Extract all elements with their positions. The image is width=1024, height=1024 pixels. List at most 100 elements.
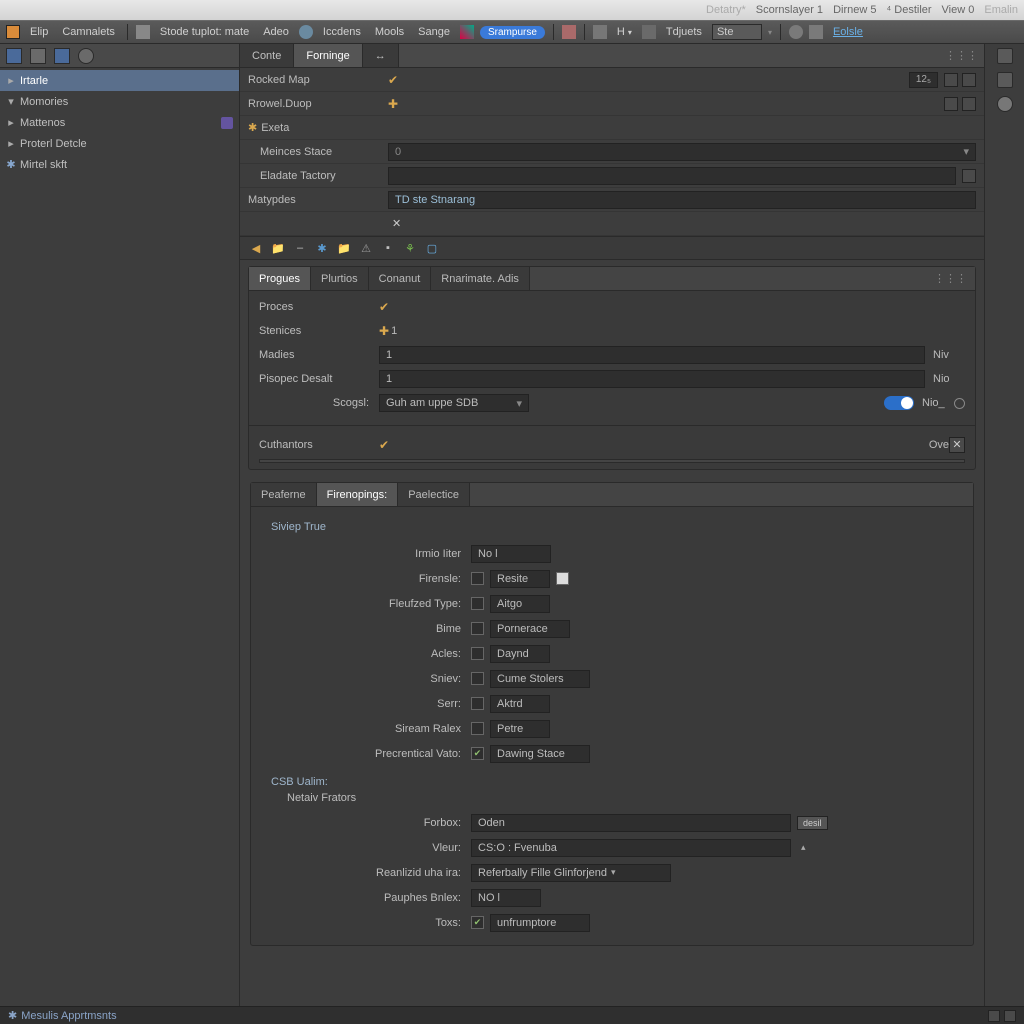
checkbox[interactable]: ✔ — [471, 916, 484, 929]
toxs-value[interactable]: unfrumptore — [490, 914, 590, 932]
sidebar-tab-2[interactable] — [30, 48, 46, 64]
ostab-firenopings[interactable]: Firenopings: — [317, 483, 399, 506]
link-icon[interactable] — [944, 97, 958, 111]
sniev-value[interactable]: Cume Stolers — [490, 670, 590, 688]
prop-meinces-stace: Meinces Stace 0▾ — [240, 140, 984, 164]
sidebar-tab-3[interactable] — [54, 48, 70, 64]
app-icon — [6, 25, 20, 39]
chevron-up-icon[interactable]: ▴ — [797, 842, 806, 853]
menu-camnalets[interactable]: Camnalets — [58, 24, 119, 40]
srampurse-pill[interactable]: Srampurse — [480, 26, 545, 39]
close-icon[interactable]: ✕ — [949, 437, 965, 453]
checkbox[interactable] — [471, 647, 484, 660]
firensle-value[interactable]: Resite — [490, 570, 550, 588]
fleufzed-value[interactable]: Aitgo — [490, 595, 550, 613]
cup-icon[interactable]: ▢ — [424, 240, 440, 256]
nrow-stenices: Stenices✚1 — [249, 319, 975, 343]
checkbox[interactable] — [471, 722, 484, 735]
tree-item-momories[interactable]: ▾Momories — [0, 91, 239, 112]
grid-icon[interactable] — [962, 169, 976, 183]
acles-value[interactable]: Daynd — [490, 645, 550, 663]
madies-input[interactable] — [379, 346, 925, 364]
forbox-value[interactable]: Oden — [471, 814, 791, 832]
tab-arrows[interactable]: ↔ — [363, 44, 399, 67]
menu-stode[interactable]: Stode tuplot: mate — [156, 24, 253, 40]
reanlizid-value[interactable]: Referbally Fille Glinforjend▾ — [471, 864, 671, 882]
eladate-input[interactable] — [388, 167, 956, 185]
gear-icon[interactable] — [809, 25, 823, 39]
checkbox[interactable] — [471, 672, 484, 685]
rail-icon-2[interactable] — [997, 72, 1013, 88]
ntab-rnarimate[interactable]: Rnarimate. Adis — [431, 267, 530, 290]
checkbox[interactable] — [471, 697, 484, 710]
dash-icon[interactable]: – — [292, 240, 308, 256]
checkbox[interactable] — [471, 622, 484, 635]
disk-icon[interactable]: ▪ — [380, 240, 396, 256]
pauphes-value[interactable]: NO l — [471, 889, 541, 907]
ntab-progues[interactable]: Progues — [249, 267, 311, 290]
vleur-value[interactable]: CS:O : Fvenuba — [471, 839, 791, 857]
cog-icon[interactable] — [944, 73, 958, 87]
menu-iccdens[interactable]: Iccdens — [319, 24, 365, 40]
irmio-value[interactable]: No l — [471, 545, 551, 563]
checkbox[interactable] — [471, 597, 484, 610]
grid-icon[interactable] — [962, 97, 976, 111]
checkbox[interactable] — [556, 572, 569, 585]
orow-reanlizid: Reanlizid uha ira:Referbally Fille Glinf… — [291, 860, 959, 885]
menu-h[interactable]: H▾ — [613, 24, 636, 40]
menu-tdjuets[interactable]: Tdjuets — [662, 24, 706, 40]
ntab-plurtios[interactable]: Plurtios — [311, 267, 369, 290]
warning-icon[interactable]: ⚠ — [358, 240, 374, 256]
plus-icon[interactable]: ✚ — [388, 97, 398, 111]
eolsle-link[interactable]: Eolsle — [829, 24, 867, 40]
menu-elip[interactable]: Elip — [26, 24, 52, 40]
tree-icon[interactable]: ⚘ — [402, 240, 418, 256]
scogsl-dropdown[interactable]: Guh am uppe SDB▾ — [379, 394, 529, 412]
tool-icon[interactable] — [642, 25, 656, 39]
tree-item-mattenos[interactable]: ▸Mattenos — [0, 112, 239, 133]
ostab-paelectice[interactable]: Paelectice — [398, 483, 470, 506]
chart-icon[interactable] — [562, 25, 576, 39]
radio-icon[interactable] — [954, 398, 965, 409]
folder-icon[interactable]: 📁 — [270, 240, 286, 256]
ostab-peaferne[interactable]: Peaferne — [251, 483, 317, 506]
sidebar-tab-1[interactable] — [6, 48, 22, 64]
menu-mools[interactable]: Mools — [371, 24, 408, 40]
grid-icon[interactable]: ⋮⋮⋮ — [945, 49, 978, 62]
doc-icon — [136, 25, 150, 39]
close-icon[interactable]: ✕ — [392, 217, 401, 230]
checkbox[interactable]: ✔ — [471, 747, 484, 760]
tab-forninge[interactable]: Forninge — [294, 44, 362, 67]
pisopec-input[interactable] — [379, 370, 925, 388]
matypdes-input[interactable] — [388, 191, 976, 209]
tree-item-irtarle[interactable]: ▸Irtarle — [0, 70, 239, 91]
sidebar-tab-4[interactable] — [78, 48, 94, 64]
serr-value[interactable]: Aktrd — [490, 695, 550, 713]
meinces-dropdown[interactable]: 0▾ — [388, 143, 976, 161]
status-tool-icon[interactable] — [1004, 1010, 1016, 1022]
grid-icon[interactable]: ⋮⋮⋮ — [934, 272, 967, 285]
siream-value[interactable]: Petre — [490, 720, 550, 738]
tree-item-proterl[interactable]: ▸Proterl Detcle — [0, 133, 239, 154]
scogsl-toggle[interactable] — [884, 396, 914, 410]
grid-icon[interactable] — [962, 73, 976, 87]
tab-conte[interactable]: Conte — [240, 44, 294, 67]
rail-user-icon[interactable] — [997, 96, 1013, 112]
folder2-icon[interactable]: 📁 — [336, 240, 352, 256]
rail-icon-1[interactable] — [997, 48, 1013, 64]
status-tool-icon[interactable] — [988, 1010, 1000, 1022]
menu-sange[interactable]: Sange — [414, 24, 454, 40]
search-icon[interactable] — [789, 25, 803, 39]
ntab-conanut[interactable]: Conanut — [369, 267, 432, 290]
nav-back-icon[interactable]: ◀ — [248, 240, 264, 256]
precrentical-value[interactable]: Dawing Stace — [490, 745, 590, 763]
tree-item-mirtel[interactable]: ✱Mirtel skft — [0, 154, 239, 175]
desil-button[interactable]: desil — [797, 816, 828, 830]
plus-icon[interactable]: ✚ — [379, 324, 389, 338]
ste-input[interactable] — [712, 24, 762, 40]
wrench-icon[interactable]: ✱ — [314, 240, 330, 256]
checkbox[interactable] — [471, 572, 484, 585]
bime-value[interactable]: Pornerace — [490, 620, 570, 638]
menu-adeo[interactable]: Adeo — [259, 24, 293, 40]
list-icon[interactable] — [593, 25, 607, 39]
